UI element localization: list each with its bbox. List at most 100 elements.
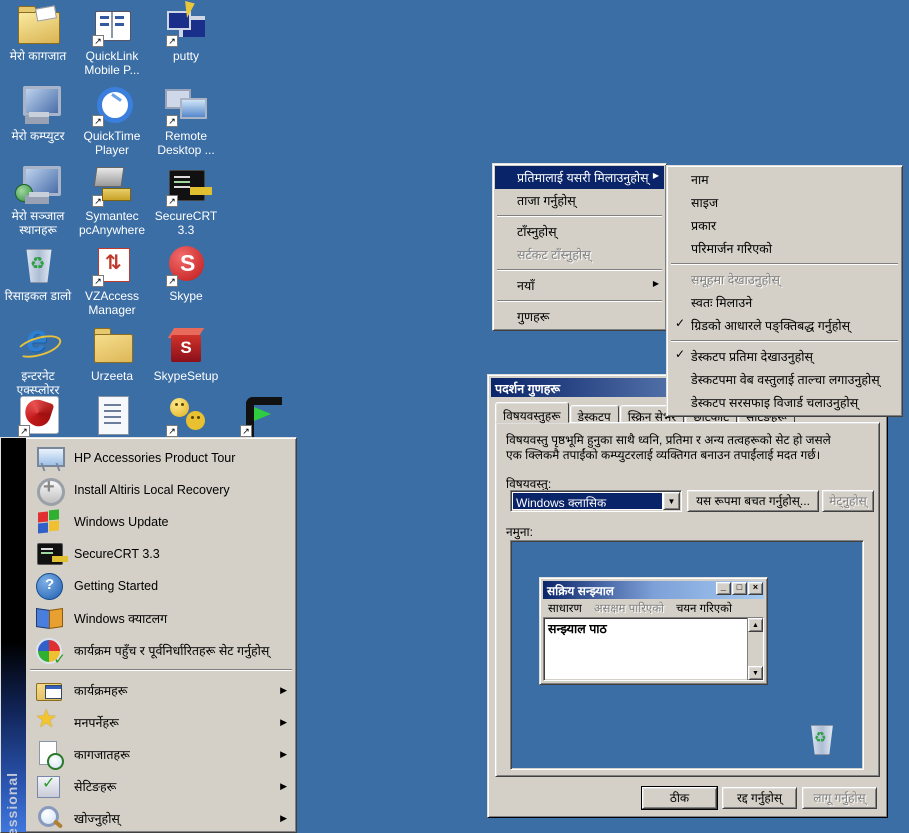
theme-combobox[interactable]: Windows क्लासिक ▼: [510, 490, 682, 512]
menu-separator: [497, 215, 662, 217]
sample-window-menubar: साधारण असक्षम पारिएको चयन गरिएको: [543, 600, 764, 617]
menu-item-show-desktop-icons[interactable]: ✓ डेस्कटप प्रतिमा देखाउनुहोस्: [669, 345, 900, 368]
preview-recycle-bin-icon: [805, 721, 837, 755]
banner-text: essional: [4, 772, 20, 833]
submenu-arrow-icon: ▶: [653, 171, 659, 180]
netterm-icon: [237, 394, 283, 436]
sample-menu-normal: साधारण: [548, 601, 582, 616]
desktop-icon-skypesetup[interactable]: SkypeSetup: [149, 324, 223, 383]
my-documents-folder-icon: [15, 4, 61, 46]
desktop-icon-securecrt[interactable]: SecureCRT 3.3: [149, 164, 223, 238]
menu-item-align-to-grid[interactable]: ✓ ग्रिडको आधारले पङ्क्तिबद्ध गर्नुहोस्: [669, 314, 900, 337]
programs-folder-icon: [34, 675, 64, 705]
desktop-icon-putty[interactable]: putty: [149, 4, 223, 63]
menu-item-size[interactable]: साइज: [669, 191, 900, 214]
theme-preview-panel: सक्रिय सन्झ्याल _ □ × साधारण असक्षम पारि…: [510, 540, 864, 770]
menu-item-new[interactable]: नयाँ ▶: [495, 274, 664, 297]
menu-item-arrange-icons[interactable]: प्रतिमालाई यसरी मिलाउनुहोस् ▶: [495, 166, 664, 189]
desktop-icon-yahoo[interactable]: [149, 394, 223, 436]
skype-icon: [163, 244, 209, 286]
my-computer-icon: [15, 84, 61, 126]
ok-button[interactable]: ठीक: [642, 787, 717, 809]
desktop-icon-vzaccess[interactable]: VZAccess Manager: [75, 244, 149, 318]
menu-item-show-in-groups: समूहमा देखाउनुहोस्: [669, 268, 900, 291]
start-item-hp-accessories[interactable]: HP Accessories Product Tour: [28, 442, 294, 474]
theme-selected-value: Windows क्लासिक: [513, 493, 662, 509]
arrange-icons-submenu: नाम साइज प्रकार परिमार्जन गरिएको समूहमा …: [666, 165, 903, 417]
start-item-program-access[interactable]: कार्यक्रम पहुँच र पूर्वनिर्धारितहरू सेट …: [28, 634, 294, 666]
cancel-button[interactable]: रद्द गर्नुहोस्: [722, 787, 797, 809]
dialog-title: पदर्शन गुणहरू: [495, 382, 560, 396]
desktop-icon-skype[interactable]: Skype: [149, 244, 223, 303]
my-network-places-icon: [15, 164, 61, 206]
start-item-search[interactable]: खोज्नुहोस् ▶: [28, 802, 294, 833]
sample-window: सक्रिय सन्झ्याल _ □ × साधारण असक्षम पारि…: [539, 577, 768, 685]
desktop-icon-acrobat[interactable]: [1, 394, 75, 436]
submenu-arrow-icon: ▶: [280, 781, 287, 792]
submenu-arrow-icon: ▶: [280, 813, 287, 824]
shortcut-arrow-icon: [92, 115, 104, 127]
desktop-icon-my-documents[interactable]: मेरो कागजात: [1, 4, 75, 63]
submenu-arrow-icon: ▶: [280, 685, 287, 696]
shortcut-arrow-icon: [240, 425, 252, 437]
desktop-icon-recycle-bin[interactable]: रिसाइकल डालो: [1, 244, 75, 303]
start-item-getting-started[interactable]: Getting Started: [28, 570, 294, 602]
desktop-icon-netterm[interactable]: [223, 394, 297, 436]
start-item-securecrt[interactable]: SecureCRT 3.3: [28, 538, 294, 570]
themes-tab-page: विषयवस्तु पृष्ठभूमि हुनुका साथै ध्वनि, प…: [495, 422, 880, 777]
tab-desktop[interactable]: डेस्कटप: [570, 405, 619, 423]
desktop-icon-my-network-places[interactable]: मेरो सञ्जाल स्थानहरू: [1, 164, 75, 238]
icon-label: Urzeeta: [75, 369, 149, 383]
menu-separator: [671, 340, 898, 342]
menu-item-type[interactable]: प्रकार: [669, 214, 900, 237]
projector-icon: [34, 443, 64, 473]
combobox-dropdown-icon[interactable]: ▼: [663, 492, 680, 510]
desktop-icon-remote-desktop[interactable]: Remote Desktop ...: [149, 84, 223, 158]
start-menu-banner: essional: [1, 438, 26, 832]
menu-item-properties[interactable]: गुणहरू: [495, 305, 664, 328]
menu-item-auto-arrange[interactable]: स्वतः मिलाउने: [669, 291, 900, 314]
submenu-arrow-icon: ▶: [280, 749, 287, 760]
sample-window-titlebar: सक्रिय सन्झ्याल _ □ ×: [543, 581, 764, 599]
start-item-windows-update[interactable]: Windows Update: [28, 506, 294, 538]
desktop[interactable]: { "colors": { "desktop_bg": "#3b6ea5", "…: [0, 0, 909, 833]
menu-item-paste[interactable]: टाँस्नुहोस्: [495, 220, 664, 243]
start-item-windows-catalog[interactable]: Windows क्याटलग: [28, 602, 294, 634]
plus-circle-icon: [34, 475, 64, 505]
menu-item-lock-web-items[interactable]: डेस्कटपमा वेब वस्तुलाई ताल्चा लगाउनुहोस्: [669, 368, 900, 391]
start-menu: essional HP Accessories Product Tour Ins…: [0, 437, 297, 833]
desktop-icon-quicktime[interactable]: QuickTime Player: [75, 84, 149, 158]
menu-item-refresh[interactable]: ताजा गर्नुहोस्: [495, 189, 664, 212]
delete-button: मेट्नुहोस्: [822, 490, 874, 512]
desktop-icon-document[interactable]: [75, 394, 149, 436]
minimize-icon: _: [716, 582, 731, 595]
tab-themes[interactable]: विषयवस्तुहरू: [495, 402, 569, 423]
quicktime-icon: [89, 84, 135, 126]
scroll-down-icon: ▼: [748, 666, 763, 680]
sample-menu-disabled: असक्षम पारिएको: [594, 601, 664, 616]
start-item-settings[interactable]: सेटिङहरू ▶: [28, 770, 294, 802]
program-access-icon: [34, 635, 64, 665]
start-item-favorites[interactable]: मनपर्नेहरू ▶: [28, 706, 294, 738]
quicklink-book-icon: [89, 4, 135, 46]
shortcut-arrow-icon: [166, 275, 178, 287]
icon-label: putty: [149, 49, 223, 63]
menu-item-modified[interactable]: परिमार्जन गरिएको: [669, 237, 900, 260]
recycle-bin-icon: [15, 244, 61, 286]
desktop-icon-urzeeta[interactable]: Urzeeta: [75, 324, 149, 383]
checkmark-icon: ✓: [675, 347, 685, 361]
start-item-install-altiris[interactable]: Install Altiris Local Recovery: [28, 474, 294, 506]
menu-item-name[interactable]: नाम: [669, 168, 900, 191]
icon-label: SecureCRT 3.3: [149, 209, 223, 238]
start-item-programs[interactable]: कार्यक्रमहरू ▶: [28, 674, 294, 706]
save-as-button[interactable]: यस रूपमा बचत गर्नुहोस्...: [687, 490, 819, 512]
shortcut-arrow-icon: [166, 195, 178, 207]
desktop-icon-internet-explorer[interactable]: इन्टरनेट एक्स्प्लोरर: [1, 324, 75, 398]
menu-item-desktop-cleanup-wizard[interactable]: डेस्कटप सरसफाइ विजार्ड चलाउनुहोस्: [669, 391, 900, 414]
desktop-icon-symantec[interactable]: Symantec pcAnywhere: [75, 164, 149, 238]
desktop-icon-my-computer[interactable]: मेरो कम्प्युटर: [1, 84, 75, 143]
icon-label: रिसाइकल डालो: [1, 289, 75, 303]
desktop-icon-quicklink[interactable]: QuickLink Mobile P...: [75, 4, 149, 78]
close-icon: ×: [748, 582, 763, 595]
start-item-documents[interactable]: कागजातहरू ▶: [28, 738, 294, 770]
